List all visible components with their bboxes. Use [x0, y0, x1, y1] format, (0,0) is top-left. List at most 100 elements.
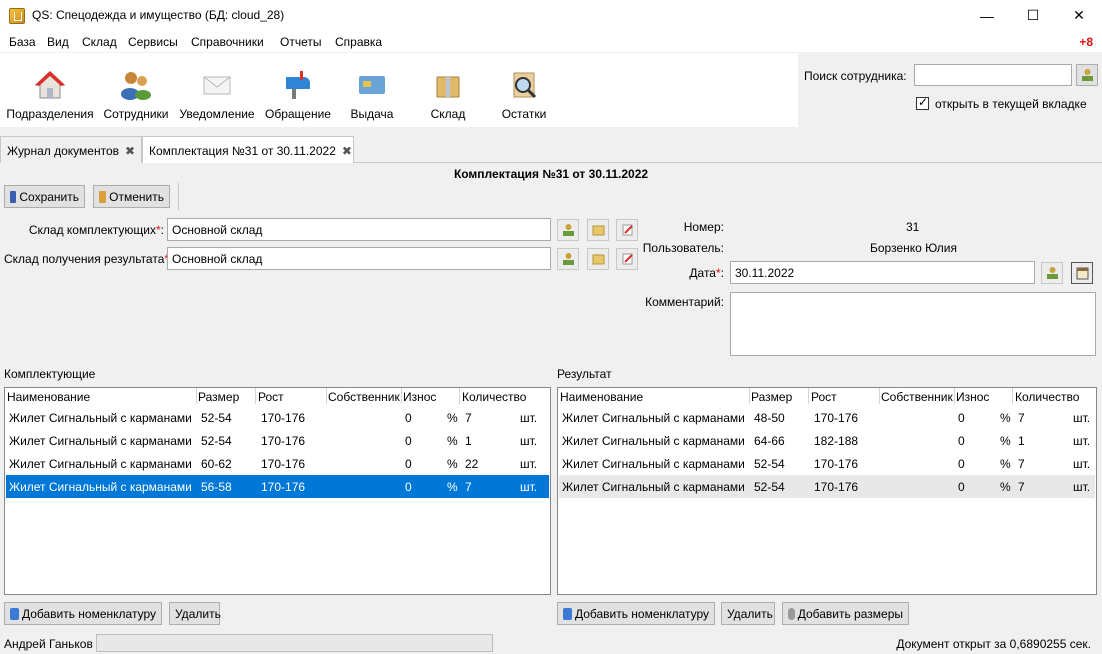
menu-bar: База Вид Склад Сервисы Справочники Отчет… [0, 31, 1102, 52]
components-warehouse-field[interactable]: Основной склад [167, 218, 551, 241]
table-header: Наименование Размер Рост Собственник Изн… [5, 388, 550, 406]
components-section-label: Комплектующие [4, 367, 96, 381]
notification-badge[interactable]: +8 [1079, 35, 1093, 49]
toolbar-departments[interactable]: Подразделения [4, 53, 96, 127]
add-item-label: Добавить номенклатуру [574, 606, 709, 621]
header-name[interactable]: Наименование [7, 390, 90, 404]
menu-services[interactable]: Сервисы [128, 35, 178, 49]
header-quantity[interactable]: Количество [462, 390, 526, 404]
edit-result-warehouse-button[interactable] [616, 248, 638, 270]
maximize-button[interactable]: ☐ [1010, 0, 1056, 31]
add-sizes-button[interactable]: Добавить размеры [782, 602, 909, 625]
header-height[interactable]: Рост [258, 390, 284, 404]
close-tab-icon[interactable]: ✖ [342, 144, 352, 158]
toolbar-stock[interactable]: Остатки [492, 53, 556, 127]
users-icon [121, 72, 151, 100]
number-label: Номер: [683, 220, 724, 234]
open-components-warehouse-button[interactable] [587, 219, 609, 241]
date-label: Дата*: [689, 266, 724, 280]
tab-label: Журнал документов [7, 144, 120, 158]
menu-reports[interactable]: Отчеты [280, 35, 321, 49]
status-progress [96, 634, 493, 652]
employee-search-input[interactable] [914, 64, 1072, 86]
app-icon [9, 8, 25, 24]
toolbar-issue[interactable]: Выдача [340, 53, 404, 127]
delete-label: Удалить [727, 606, 773, 621]
open-result-warehouse-button[interactable] [587, 248, 609, 270]
table-row[interactable]: Жилет Сигнальный с карманами 52-54 170-1… [6, 406, 549, 429]
components-add-item-button[interactable]: Добавить номенклатуру [4, 602, 162, 625]
folder-icon [592, 254, 605, 265]
toolbar-request[interactable]: Обращение [260, 53, 336, 127]
save-button[interactable]: Сохранить [4, 185, 85, 208]
box-icon [436, 76, 460, 98]
table-header: Наименование Размер Рост Собственник Изн… [558, 388, 1096, 406]
toolbar-label: Сотрудники [103, 107, 169, 121]
menu-warehouse[interactable]: Склад [82, 35, 117, 49]
toolbar-notification[interactable]: Уведомление [176, 53, 258, 127]
employee-search-label: Поиск сотрудника: [804, 69, 907, 83]
table-row[interactable]: Жилет Сигнальный с карманами 52-54 170-1… [6, 429, 549, 452]
open-in-current-tab-checkbox[interactable] [916, 95, 929, 110]
comment-label: Комментарий: [645, 295, 724, 309]
result-warehouse-field[interactable]: Основной склад [167, 247, 551, 270]
plus-icon [10, 607, 19, 620]
tab-completion-31[interactable]: Комплектация №31 от 30.11.2022 ✖ [142, 136, 354, 163]
plus-icon [563, 607, 572, 620]
header-name[interactable]: Наименование [560, 390, 643, 404]
menu-help[interactable]: Справка [335, 35, 382, 49]
toolbar-separator [178, 183, 179, 210]
floppy-icon [10, 190, 17, 203]
menu-view[interactable]: Вид [47, 35, 69, 49]
header-quantity[interactable]: Количество [1015, 390, 1079, 404]
header-wear[interactable]: Износ [403, 390, 436, 404]
main-toolbar: Подразделения Сотрудники Уведомление Обр… [0, 53, 798, 127]
add-item-label: Добавить номенклатуру [21, 606, 156, 621]
toolbar-employees[interactable]: Сотрудники [100, 53, 172, 127]
close-tab-icon[interactable]: ✖ [125, 144, 135, 158]
toolbar-label: Подразделения [6, 107, 94, 121]
menu-references[interactable]: Справочники [191, 35, 264, 49]
table-row[interactable]: Жилет Сигнальный с карманами 64-66 182-1… [559, 429, 1095, 452]
table-row[interactable]: Жилет Сигнальный с карманами 60-62 170-1… [6, 452, 549, 475]
cancel-button[interactable]: Отменить [93, 185, 170, 208]
calendar-button[interactable] [1071, 262, 1093, 284]
date-field[interactable]: 30.11.2022 [730, 261, 1035, 284]
edit-components-warehouse-button[interactable] [616, 219, 638, 241]
header-owner[interactable]: Собственник [328, 390, 400, 404]
house-icon [34, 71, 66, 99]
date-person-button[interactable] [1041, 262, 1063, 284]
toolbar-label: Выдача [350, 107, 394, 121]
card-icon [359, 76, 385, 94]
person-icon [1082, 69, 1093, 81]
close-button[interactable]: ✕ [1056, 0, 1102, 31]
mailbox-icon [286, 71, 310, 99]
header-wear[interactable]: Износ [956, 390, 989, 404]
toolbar-label: Остатки [501, 107, 547, 121]
select-components-warehouse-button[interactable] [557, 219, 579, 241]
header-size[interactable]: Размер [198, 390, 239, 404]
number-value: 31 [906, 220, 920, 234]
add-sizes-label: Добавить размеры [797, 606, 903, 621]
select-result-warehouse-button[interactable] [557, 248, 579, 270]
table-row[interactable]: Жилет Сигнальный с карманами 52-54 170-1… [559, 452, 1095, 475]
result-add-item-button[interactable]: Добавить номенклатуру [557, 602, 715, 625]
user-value: Борзенко Юлия [870, 241, 957, 255]
table-row[interactable]: Жилет Сигнальный с карманами 48-50 170-1… [559, 406, 1095, 429]
minimize-button[interactable]: — [964, 0, 1010, 31]
components-delete-button[interactable]: Удалить [169, 602, 221, 625]
menu-base[interactable]: База [9, 35, 36, 49]
pencil-icon [622, 224, 633, 236]
result-delete-button[interactable]: Удалить [721, 602, 775, 625]
document-title: Комплектация №31 от 30.11.2022 [453, 167, 649, 181]
tab-document-journal[interactable]: Журнал документов ✖ [0, 136, 142, 163]
header-size[interactable]: Размер [751, 390, 792, 404]
employee-search-button[interactable] [1076, 64, 1098, 86]
table-row-highlighted[interactable]: Жилет Сигнальный с карманами 52-54 170-1… [559, 475, 1095, 498]
comment-field[interactable] [730, 292, 1096, 356]
calendar-icon [1076, 267, 1089, 280]
table-row-selected[interactable]: Жилет Сигнальный с карманами 56-58 170-1… [6, 475, 549, 498]
header-height[interactable]: Рост [811, 390, 837, 404]
header-owner[interactable]: Собственник [881, 390, 953, 404]
toolbar-warehouse[interactable]: Склад [416, 53, 480, 127]
